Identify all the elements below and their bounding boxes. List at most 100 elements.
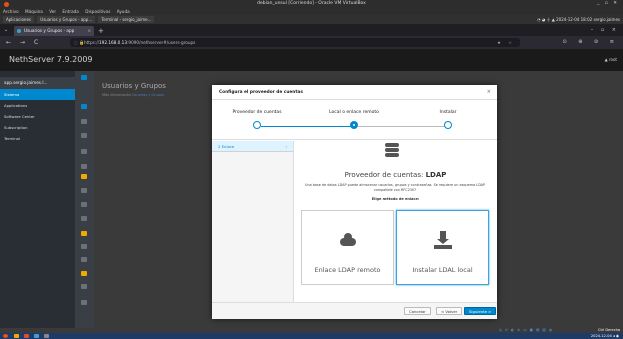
browser-window-controls[interactable]: – ▫ × [591,27,619,33]
menu-maquina[interactable]: Máquina [25,9,43,14]
rail-tools-icon[interactable] [81,216,87,221]
rail-menu-icon[interactable] [81,119,87,124]
tab-close-icon[interactable]: × [87,26,91,36]
sidebar-item-terminal[interactable]: Terminal [0,133,75,144]
host-clock[interactable]: 2024-12-04 ◂ ◉ [591,333,619,339]
taskbar-app-icon[interactable] [24,334,29,338]
taskbar-files-icon[interactable] [14,334,19,338]
rail-services-icon[interactable] [81,188,87,193]
rail-list-icon[interactable] [81,133,87,138]
reload-button[interactable]: C [34,39,38,46]
taskbar-browser-icon[interactable] [34,334,39,338]
tab-users-groups[interactable]: Usuarios y Grupos - app × [14,26,94,36]
vbox-titlebar: debian_unsul [Corriendo] - Oracle VM Vir… [0,0,623,8]
step-install[interactable]: Instalar [408,110,488,129]
sidebar-item-applications[interactable]: Applications [0,100,75,111]
page-title: Usuarios y Grupos [102,82,166,90]
step-label: Proveedor de cuentas [232,110,282,115]
rail-certificates-icon[interactable] [81,202,87,207]
back-button[interactable]: ← [6,39,11,46]
step-account-provider[interactable]: Proveedor de cuentas [217,110,297,129]
rail-users-warning-icon[interactable] [81,174,87,179]
vbox-window-controls[interactable]: _ ▫ ✕ [597,0,619,8]
provider-title: Proveedor de cuentas: LDAP [294,171,497,179]
download-icon [433,231,453,249]
app-selector[interactable]: app.sergio.jaimes.l... [0,77,75,89]
next-button[interactable]: Siguiente > [464,307,497,315]
url-path: :9090/nethserver#/users-groups [127,40,196,45]
cancel-button[interactable]: Cancelar [404,307,431,315]
page-sub-link[interactable]: Usuarios y Grupos [132,93,164,97]
step-label: Local o enlace remoto [329,110,379,115]
page-sub-prefix: Más información [102,93,131,97]
rail-updates-warning-icon[interactable] [81,271,87,276]
tab-favicon-icon [17,29,21,33]
rail-dashboard-icon[interactable] [81,75,87,80]
start-menu-icon[interactable] [3,334,8,338]
nethserver-header: NethServer 7.9.2009 ▲ root [0,49,623,71]
step-circle-active-icon [350,121,358,129]
back-button[interactable]: < Volver [436,307,463,315]
substep-enlace[interactable]: 2 Enlace › [212,141,293,152]
menu-ayuda[interactable]: Ayuda [117,9,130,14]
step-local-remote[interactable]: Local o enlace remoto [314,110,394,129]
rail-logs-icon[interactable] [81,244,87,249]
url-bar[interactable]: ◌ 🔒 https://192.168.0.13:9090/nethserver… [70,38,520,47]
tab-list-icon[interactable]: ⌄ [4,27,8,33]
rail-storage-icon[interactable] [81,149,87,154]
chevron-right-icon: › [285,144,287,149]
modal-close-icon[interactable]: × [487,85,491,100]
menu-dispositivos[interactable]: Dispositivos [85,9,110,14]
provider-prefix: Proveedor de cuentas: [344,171,424,179]
taskbar-browser-window[interactable]: Usuarios y Grupos - app... [37,16,96,23]
guest-clock-date[interactable]: 2024-12-04 [556,17,579,22]
guest-panel-right: ◔ ◕ ⏚ ▲ 2024-12-04 18:02 sergio.jaimes [537,15,620,24]
option-local-ldap[interactable]: Instalar LDAL local [396,210,489,285]
substep-panel: 2 Enlace › [212,141,294,302]
applications-menu[interactable]: Aplicaciones [3,16,34,23]
rail-backup-warning-icon[interactable] [81,231,87,236]
lock-icon[interactable]: ◌ 🔒 [74,38,84,47]
guest-top-panel: Aplicaciones Usuarios y Grupos - app... … [0,15,623,24]
user-name: root [608,57,617,62]
user-menu[interactable]: ▲ root [605,57,617,62]
sidebar-item-software-center[interactable]: Software Center [0,111,75,122]
menu-archivo[interactable]: Archivo [3,9,19,14]
modal-header: Configura el proveedor de cuentas × [212,85,497,100]
substep-number: 2 [218,144,221,149]
forward-button[interactable]: → [20,39,25,46]
option-label: Instalar LDAL local [412,266,473,274]
option-remote-ldap[interactable]: Enlace LDAP remoto [301,210,394,285]
option-label: Enlace LDAP remoto [314,266,381,274]
rail-system-icon[interactable] [81,104,87,109]
cloud-icon [338,231,358,249]
guest-clock-time[interactable]: 18:02 [581,17,593,22]
step-circle-icon [253,121,261,129]
url-prefix: https:// [84,40,100,45]
virtualbox-logo-icon [4,1,9,7]
host-taskbar: 2024-12-04 ◂ ◉ [0,333,623,339]
rail-settings-icon[interactable] [81,257,87,262]
menu-entrada[interactable]: Entrada [62,9,78,14]
sidebar-item-subscription[interactable]: Subscription [0,122,75,133]
guest-user[interactable]: sergio.jaimes [593,17,620,22]
account-provider-modal: Configura el proveedor de cuentas × Prov… [212,85,497,319]
sidebar: app.sergio.jaimes.l... Sistema Applicati… [0,71,75,328]
vbox-menubar: Archivo Máquina Ver Entrada Dispositivos… [0,8,623,15]
rail-network-icon[interactable] [81,164,87,169]
provider-description: Una base de datos LDAP puede almacenar u… [304,183,485,192]
rail-terminal-icon[interactable] [81,300,87,305]
browser-tabstrip: ⌄ Usuarios y Grupos - app × + – ▫ × [0,24,623,36]
rail-about-icon[interactable] [81,284,87,289]
tab-title: Usuarios y Grupos - app [24,28,75,33]
taskbar-terminal-icon[interactable] [44,334,49,338]
menu-ver[interactable]: Ver [49,9,56,14]
taskbar-terminal-window[interactable]: Terminal - sergio_jaime... [98,16,155,23]
new-tab-button[interactable]: + [98,27,104,35]
system-tray-icons[interactable]: ◔ ◕ ⏚ ▲ [537,17,555,22]
bookmark-star-icon[interactable]: ★ ☆ [497,38,515,47]
sidebar-item-sistema[interactable]: Sistema [0,89,75,100]
nethserver-brand[interactable]: NethServer 7.9.2009 [9,55,93,64]
vbox-window-title: debian_unsul [Corriendo] - Oracle VM Vir… [257,1,366,6]
browser-toolbar-icons[interactable]: ⊙ ⊕ ⊘ ≡ [562,39,619,45]
